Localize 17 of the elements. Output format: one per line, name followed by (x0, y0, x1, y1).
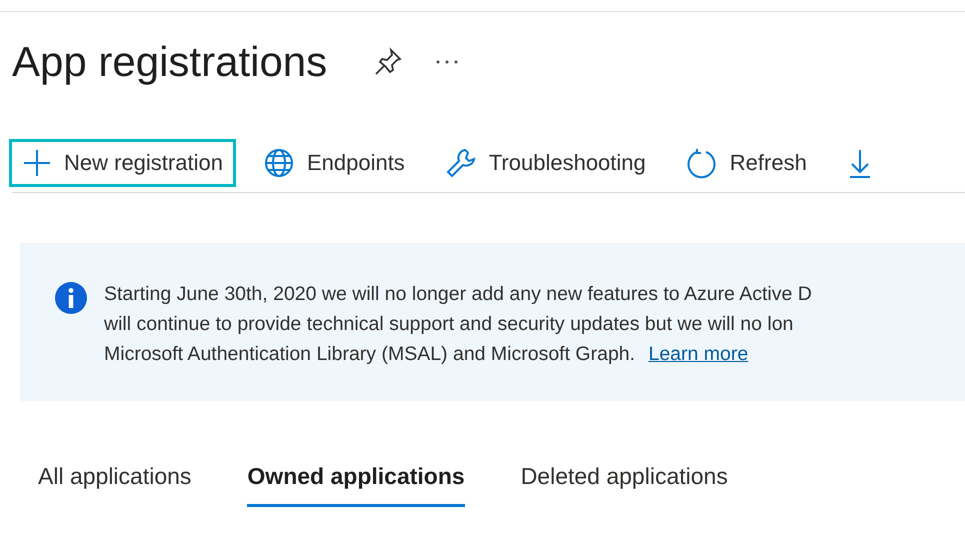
pin-icon[interactable] (373, 46, 404, 76)
toolbar-button[interactable]: Refresh (672, 138, 820, 186)
info-message: Starting June 30th, 2020 we will no longer add any new features to Azure Active D will continue to provide technical support and security updates but we will no lon Microsoft Authentication Library (MSAL) and Microsoft Graph. Learn more (104, 282, 812, 367)
page-title: App registrations (12, 37, 328, 87)
more-icon[interactable] (435, 58, 460, 64)
toolbar-button[interactable]: Troubleshooting (432, 138, 659, 186)
info-icon (54, 281, 88, 315)
plus-icon (22, 148, 52, 178)
wrench-icon (444, 146, 477, 178)
tab[interactable]: Owned applications (247, 459, 465, 506)
learn-more-link[interactable]: Learn more (648, 343, 748, 365)
refresh-icon (686, 146, 718, 178)
tab[interactable]: All applications (38, 459, 192, 506)
toolbar-button[interactable]: Endpoints (250, 138, 418, 186)
toolbar-button[interactable]: New registration (9, 138, 236, 186)
tab[interactable]: Deleted applications (520, 459, 728, 506)
globe-icon (262, 146, 295, 178)
